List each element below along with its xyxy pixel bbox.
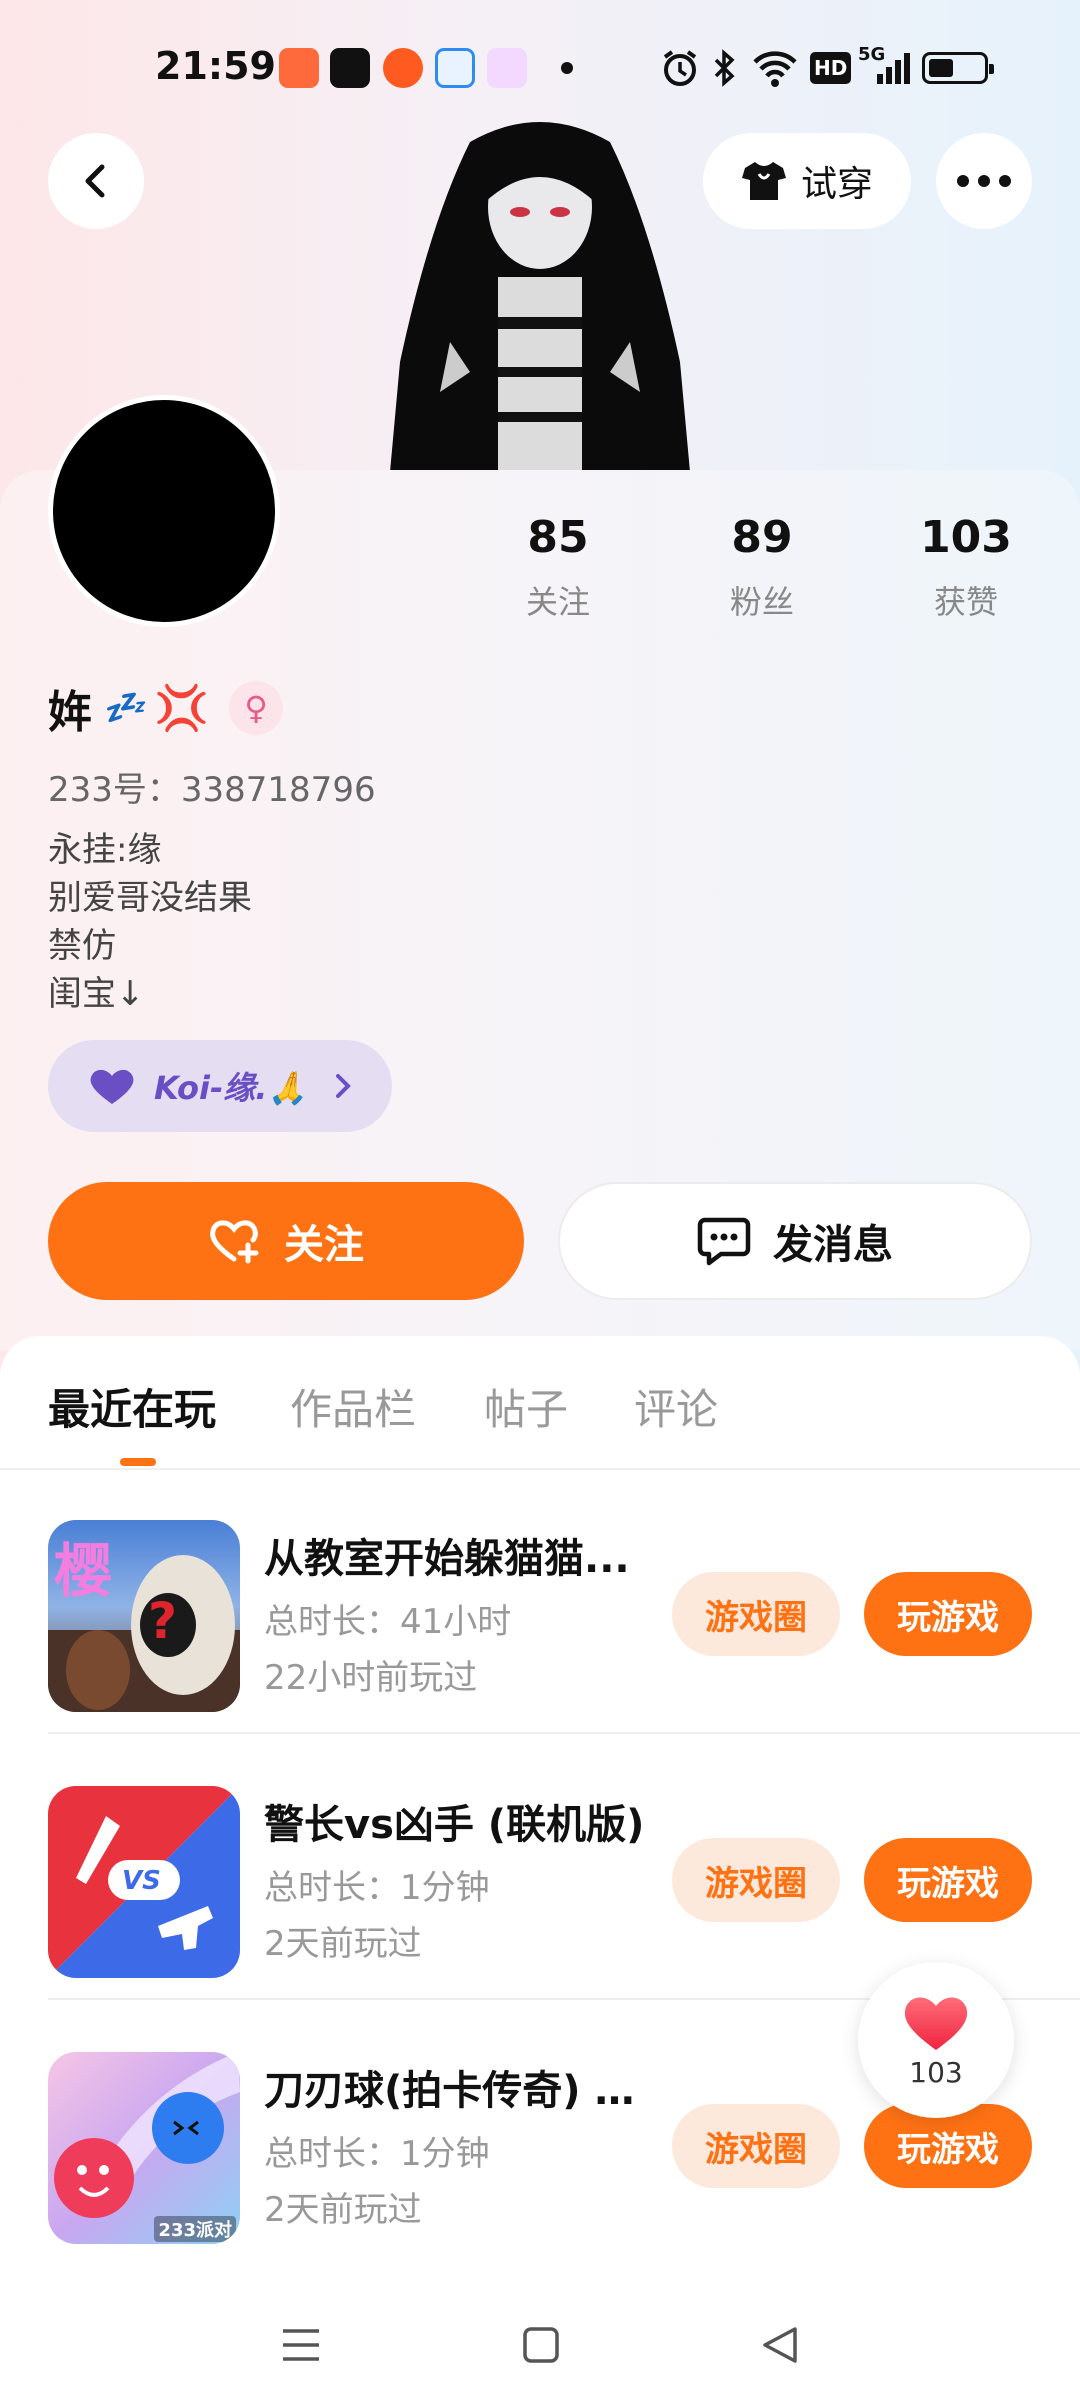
stat-fans-label: 粉丝 xyxy=(729,583,794,621)
more-dots-icon xyxy=(957,175,1011,187)
game-thumbnail-vs: VS xyxy=(122,1866,161,1896)
gender-female-icon: ♀ xyxy=(229,681,284,735)
stat-fans[interactable]: 89 粉丝 xyxy=(682,512,842,623)
alarm-icon xyxy=(663,50,697,86)
game-last-played: 2天前玩过 xyxy=(264,2190,422,2230)
game-thumbnail: 233派对 xyxy=(48,2052,240,2244)
back-triangle-icon[interactable] xyxy=(761,2325,799,2365)
tab-works[interactable]: 作品栏 xyxy=(290,1376,416,1437)
try-on-button[interactable]: 试穿 xyxy=(703,133,911,229)
bio-line: 禁仿 xyxy=(48,926,116,966)
chat-bubble-icon xyxy=(697,1217,751,1266)
signal-icon xyxy=(877,53,910,84)
bio-line: 闺宝↓ xyxy=(48,974,145,1014)
follow-button[interactable]: 关注 xyxy=(48,1182,524,1300)
bio: 永挂:缘 别爱哥没结果 禁仿 闺宝↓ xyxy=(48,826,252,1018)
game-duration: 总时长：1分钟 xyxy=(264,2134,490,2174)
anger-emoji-icon: 💢 xyxy=(154,683,210,734)
user-id: 233号：338718796 xyxy=(48,770,376,810)
bio-line: 永挂:缘 xyxy=(48,830,162,870)
zzz-emoji-icon: 💤 xyxy=(102,688,145,728)
list-item[interactable]: 樱 ? 从教室开始躲猫猫... 总时长：41小时 22小时前玩过 游戏圈 玩游戏 xyxy=(0,1468,1080,1734)
relationship-tag[interactable]: Koi-缘.🙏 xyxy=(48,1040,392,1132)
game-title: 刀刃球(拍卡传奇) -... xyxy=(264,2068,646,2114)
stat-likes[interactable]: 103 获赞 xyxy=(886,512,1046,623)
bio-line: 别爱哥没结果 xyxy=(48,878,252,918)
play-game-button[interactable]: 玩游戏 xyxy=(864,1572,1032,1656)
like-profile-button[interactable]: 103 xyxy=(858,1962,1014,2118)
active-tab-indicator xyxy=(120,1458,156,1466)
more-options-button[interactable] xyxy=(936,133,1032,229)
menu-icon[interactable] xyxy=(281,2327,321,2363)
wifi-icon xyxy=(753,51,797,87)
follow-button-label: 关注 xyxy=(284,1222,364,1268)
system-nav-bar xyxy=(0,2290,1080,2400)
stat-likes-label: 获赞 xyxy=(933,583,998,621)
tshirt-icon xyxy=(741,162,786,200)
tiktok-notification-icon xyxy=(330,48,370,88)
try-on-label: 试穿 xyxy=(800,164,873,205)
like-count: 103 xyxy=(909,2055,963,2089)
game-circle-button[interactable]: 游戏圈 xyxy=(672,1572,840,1656)
game-title: 警长vs凶手 (联机版) xyxy=(264,1802,645,1848)
stat-following-label: 关注 xyxy=(525,583,590,621)
back-button[interactable] xyxy=(48,133,144,229)
game-thumbnail-char: 樱 xyxy=(54,1537,113,1605)
stat-likes-count: 103 xyxy=(920,512,1012,563)
game-duration: 总时长：1分钟 xyxy=(264,1868,490,1908)
list-item[interactable]: VS 警长vs凶手 (联机版) 总时长：1分钟 2天前玩过 游戏圈 玩游戏 xyxy=(0,1734,1080,2000)
bluetooth-icon xyxy=(714,49,735,87)
username-row: 姩 💤 💢 ♀ xyxy=(48,676,284,740)
heart-icon xyxy=(90,1069,134,1104)
game-title: 从教室开始躲猫猫... xyxy=(264,1536,630,1582)
more-notifications-dot-icon xyxy=(561,62,573,74)
stat-following-count: 85 xyxy=(527,512,589,563)
username: 姩 xyxy=(48,687,92,738)
app-notification-icon xyxy=(487,48,527,88)
game-thumbnail: 樱 ? xyxy=(48,1520,240,1712)
stat-following[interactable]: 85 关注 xyxy=(478,512,638,623)
tab-recently-played[interactable]: 最近在玩 xyxy=(48,1376,216,1437)
home-square-icon[interactable] xyxy=(522,2326,560,2364)
message-button[interactable]: 发消息 xyxy=(558,1182,1032,1300)
game-circle-button[interactable]: 游戏圈 xyxy=(672,1838,840,1922)
app-notification-icon xyxy=(279,48,319,88)
tab-posts[interactable]: 帖子 xyxy=(484,1376,568,1437)
message-button-label: 发消息 xyxy=(773,1222,893,1268)
status-time: 21:59 xyxy=(155,44,276,88)
relationship-tag-label: Koi-缘.🙏 xyxy=(154,1069,308,1107)
avatar[interactable] xyxy=(48,395,280,627)
stat-fans-count: 89 xyxy=(731,512,793,563)
app-notification-icon xyxy=(383,48,423,88)
game-thumbnail: VS xyxy=(48,1786,240,1978)
game-thumbnail-badge: 233派对 xyxy=(154,2216,236,2242)
game-duration: 总时长：41小时 xyxy=(264,1602,512,1642)
game-last-played: 2天前玩过 xyxy=(264,1924,422,1964)
game-circle-button[interactable]: 游戏圈 xyxy=(672,2104,840,2188)
hd-icon: HD xyxy=(810,52,852,84)
tab-comments[interactable]: 评论 xyxy=(634,1376,718,1437)
battery-icon xyxy=(922,52,994,84)
avatar-3d-figure xyxy=(390,122,690,472)
search-app-notification-icon xyxy=(435,48,475,88)
game-last-played: 22小时前玩过 xyxy=(264,1658,478,1698)
chevron-right-icon xyxy=(336,1074,352,1098)
play-game-button[interactable]: 玩游戏 xyxy=(864,1838,1032,1922)
game-thumbnail-question: ? xyxy=(148,1592,178,1650)
back-arrow-icon xyxy=(85,164,105,198)
heart-icon xyxy=(904,1996,968,2050)
heart-plus-icon xyxy=(210,1220,259,1264)
